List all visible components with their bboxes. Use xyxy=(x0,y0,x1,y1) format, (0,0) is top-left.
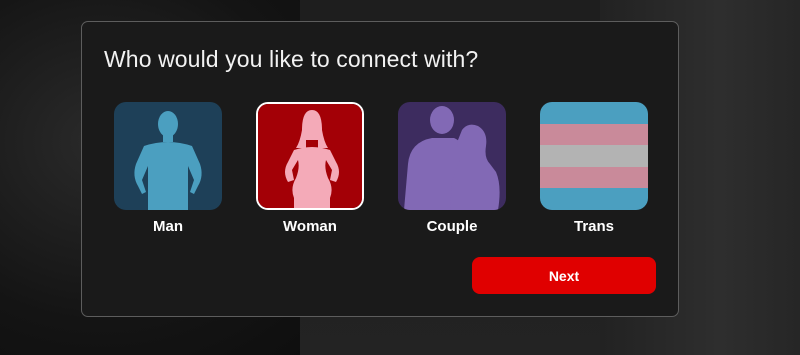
option-woman-label: Woman xyxy=(283,218,337,235)
option-couple[interactable]: Couple xyxy=(398,102,506,242)
trans-flag-icon xyxy=(540,102,648,210)
trans-tile xyxy=(540,102,648,210)
couple-silhouette-icon xyxy=(398,102,506,210)
option-woman[interactable]: Woman xyxy=(256,102,364,242)
option-couple-label: Couple xyxy=(426,218,478,235)
dialog-title: Who would you like to connect with? xyxy=(104,46,479,72)
couple-tile xyxy=(398,102,506,210)
man-silhouette-icon xyxy=(114,102,222,210)
next-button[interactable]: Next xyxy=(472,257,656,294)
option-man[interactable]: Man xyxy=(114,102,222,242)
connect-preference-dialog: Who would you like to connect with? Man xyxy=(81,21,679,317)
option-man-label: Man xyxy=(153,218,183,235)
option-trans-label: Trans xyxy=(573,218,615,235)
woman-silhouette-icon xyxy=(258,104,362,208)
woman-tile xyxy=(256,102,364,210)
man-tile xyxy=(114,102,222,210)
option-trans[interactable]: Trans xyxy=(540,102,648,242)
